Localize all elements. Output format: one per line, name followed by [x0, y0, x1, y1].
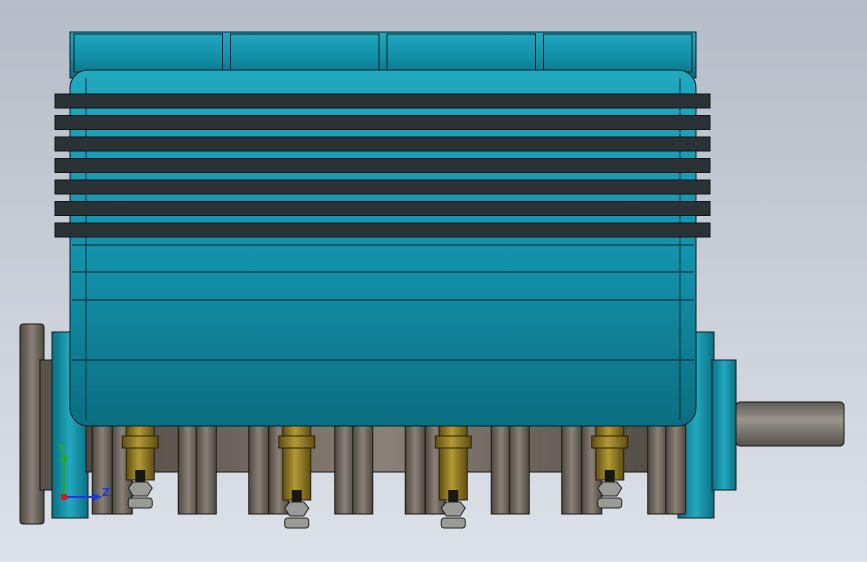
z-axis-label: Z	[102, 486, 110, 499]
crank-web	[352, 423, 374, 515]
crank-web	[665, 423, 687, 515]
crank-web	[195, 423, 217, 515]
rod-bolt-nut	[597, 481, 623, 497]
crank-web	[177, 423, 199, 515]
crank-web	[248, 423, 270, 515]
cooling-fin	[54, 158, 711, 173]
crank-web	[334, 423, 356, 515]
crank-web	[508, 423, 530, 515]
engine-model-view[interactable]: Y Z	[0, 0, 867, 562]
graphics-viewport[interactable]: Y Z	[0, 0, 867, 562]
cooling-fin	[54, 136, 711, 152]
cooling-fin	[54, 201, 711, 216]
crank-web	[647, 423, 669, 515]
crank-web	[91, 423, 113, 515]
crank-web	[404, 423, 426, 515]
rod-bolt-nut	[284, 501, 310, 517]
y-axis-label: Y	[57, 442, 67, 455]
cooling-fin	[54, 93, 711, 109]
cooling-fin	[54, 222, 711, 238]
crank-web	[490, 423, 512, 515]
cooling-fin	[54, 179, 711, 195]
rod-bolt-nut	[440, 501, 466, 517]
cooling-fins[interactable]	[54, 93, 711, 238]
crank-web	[561, 423, 583, 515]
rod-bolt-nut	[127, 481, 153, 497]
output-shaft[interactable]	[735, 401, 845, 447]
cooling-fin	[54, 115, 711, 130]
